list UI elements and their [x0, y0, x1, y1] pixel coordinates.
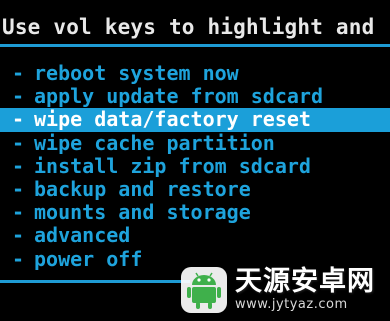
menu-item-apply-update[interactable]: - apply update from sdcard	[0, 85, 390, 108]
menu-item-label: wipe data/factory reset	[34, 107, 311, 132]
menu-item-label: install zip from sdcard	[34, 153, 311, 178]
menu-bullet: -	[12, 223, 25, 248]
menu-item-install-zip[interactable]: - install zip from sdcard	[0, 153, 390, 178]
android-logo-icon	[179, 265, 229, 315]
watermark-text: 天源安卓网 www.jytyaz.com	[235, 267, 375, 313]
menu-item-wipe-data[interactable]: - wipe data/factory reset	[0, 107, 390, 132]
menu-item-label: advanced	[34, 223, 131, 248]
menu-item-mounts-storage[interactable]: - mounts and storage	[0, 201, 390, 224]
menu-item-advanced[interactable]: - advanced	[0, 224, 390, 247]
menu-bullet: -	[12, 107, 25, 132]
menu-bullet: -	[12, 153, 25, 178]
menu-item-backup-restore[interactable]: - backup and restore	[0, 176, 390, 201]
instruction-text: Use vol keys to highlight and	[2, 15, 375, 39]
menu-item-label: wipe cache partition	[34, 130, 275, 155]
recovery-screen: Use vol keys to highlight and - reboot sy…	[0, 0, 390, 321]
menu-bullet: -	[12, 130, 25, 155]
menu-item-reboot-system[interactable]: - reboot system now	[0, 62, 390, 85]
menu-item-label: apply update from sdcard	[34, 84, 323, 109]
menu-bullet: -	[12, 200, 25, 225]
menu-item-label: reboot system now	[34, 61, 239, 85]
menu-bullet: -	[12, 61, 25, 85]
recovery-menu: - reboot system now - apply update from sd…	[0, 62, 390, 271]
menu-bullet: -	[12, 176, 25, 201]
menu-bullet: -	[12, 84, 25, 109]
watermark-url: www.jytyaz.com	[235, 297, 348, 312]
menu-item-label: backup and restore	[34, 176, 251, 201]
header-divider	[0, 44, 390, 47]
watermark-title: 天源安卓网	[235, 266, 375, 297]
menu-item-label: mounts and storage	[34, 200, 251, 225]
menu-bullet: -	[12, 246, 25, 271]
menu-item-label: power off	[34, 246, 143, 271]
footer-divider	[0, 280, 190, 283]
menu-item-wipe-cache[interactable]: - wipe cache partition	[0, 130, 390, 155]
site-watermark: 天源安卓网 www.jytyaz.com	[179, 263, 384, 317]
